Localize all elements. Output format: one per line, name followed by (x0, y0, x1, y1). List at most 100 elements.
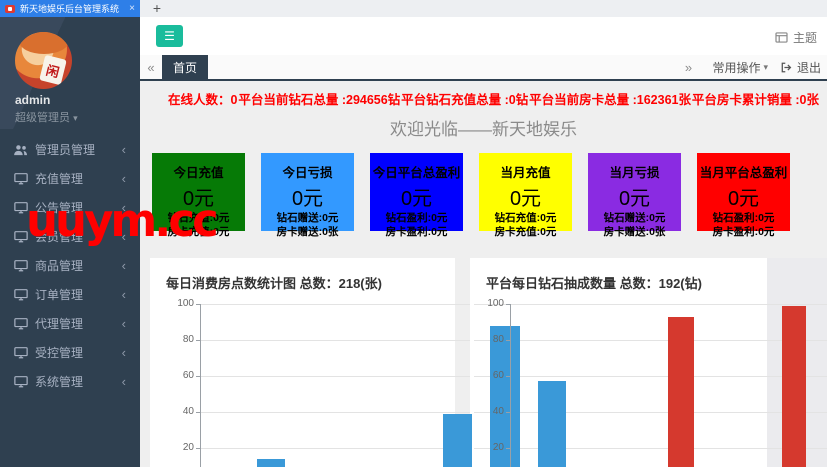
sidebar-item-label: 代理管理 (35, 315, 122, 332)
theme-label: 主题 (793, 29, 817, 46)
quick-operations-dropdown[interactable]: 常用操作 ▾ (712, 59, 768, 76)
y-tick-label: 20 (472, 442, 504, 453)
chevron-left-icon: ‹ (122, 318, 126, 330)
tab-home[interactable]: 首页 (162, 55, 208, 79)
sidebar-item-label: 充值管理 (35, 170, 122, 187)
bar[interactable] (538, 381, 566, 467)
username: admin (15, 93, 50, 107)
logout-label: 退出 (797, 59, 821, 76)
sidebar-item-5[interactable]: 订单管理‹ (0, 280, 140, 309)
chevron-left-icon: ‹ (122, 260, 126, 272)
bar[interactable] (257, 459, 285, 467)
menu-toggle-button[interactable]: ☰ (156, 25, 183, 47)
box-title: 今日充值 (152, 162, 245, 181)
box-amount: 0元 (697, 182, 790, 211)
sidebar-item-0[interactable]: 管理员管理‹ (0, 135, 140, 164)
box-line1: 钻石赠送:0元 (261, 211, 354, 225)
box-line2: 房卡盈利:0元 (697, 225, 790, 239)
gridline (474, 340, 827, 341)
stat-diamond-recharge-total: 平台钻石充值总量 :0钻 (401, 89, 528, 108)
monitor-icon (14, 288, 29, 301)
box-line1: 钻石盈利:0元 (370, 211, 463, 225)
stat-online-users: 在线人数：0 (168, 89, 237, 108)
caret-down-icon: ▾ (73, 113, 78, 123)
theme-switcher[interactable]: 主题 (775, 29, 817, 46)
box-title: 当月亏损 (588, 162, 681, 181)
box-line1: 钻石盈利:0元 (697, 211, 790, 225)
browser-tab[interactable]: 新天地娱乐后台管理系统 × (0, 0, 140, 17)
box-amount: 0元 (261, 182, 354, 211)
box-title: 当月充值 (479, 162, 572, 181)
top-header: ☰ 主题 (140, 17, 827, 55)
chart-room-points: 20406080100 每日消费房点数统计图 总数：218(张) (150, 258, 455, 467)
main-area: ☰ 主题 « 首页 » 常用操作 ▾ 退出 (140, 17, 827, 467)
y-tick-label: 60 (472, 370, 504, 381)
box-line2: 房卡充值:0元 (479, 225, 572, 239)
scroll-tabs-left-icon[interactable]: « (140, 55, 162, 79)
y-tick-label: 40 (472, 406, 504, 417)
y-tick-label: 80 (472, 334, 504, 345)
y-tick-label: 80 (162, 334, 194, 345)
summary-boxes-row: 今日充值 0元 钻石充值:0元 房卡充值:0元 今日亏损 0元 钻石赠送:0元 … (140, 140, 827, 231)
stats-row: 在线人数：0 平台当前钻石总量 :294656钻 平台钻石充值总量 :0钻 平台… (140, 81, 827, 108)
summary-box-today-loss: 今日亏损 0元 钻石赠送:0元 房卡赠送:0张 (261, 153, 354, 231)
screen: 新天地娱乐后台管理系统 × + 闲 admin 超级管理员 ▾ 管理员管理‹充值… (0, 0, 827, 467)
chevron-left-icon: ‹ (122, 347, 126, 359)
watermark: uuym.cc (26, 196, 216, 246)
y-axis (510, 304, 511, 467)
summary-box-month-loss: 当月亏损 0元 钻石赠送:0元 房卡赠送:0张 (588, 153, 681, 231)
sidebar-item-6[interactable]: 代理管理‹ (0, 309, 140, 338)
avatar-tile: 闲 (39, 55, 67, 86)
gridline (200, 412, 470, 413)
box-amount: 0元 (588, 182, 681, 211)
bar[interactable] (443, 414, 472, 467)
tabs-right-cluster: » 常用操作 ▾ 退出 (677, 55, 827, 79)
sidebar-item-1[interactable]: 充值管理‹ (0, 164, 140, 193)
browser-tab-bar: 新天地娱乐后台管理系统 × + (0, 0, 827, 17)
quick-operations-label: 常用操作 (712, 59, 760, 76)
y-tick-label: 20 (162, 442, 194, 453)
chart-title: 平台每日钻石抽成数量 总数：192(钻) (470, 258, 827, 292)
gridline (200, 304, 470, 305)
sidebar-item-label: 商品管理 (35, 257, 122, 274)
sidebar-item-label: 订单管理 (35, 286, 122, 303)
chevron-left-icon: ‹ (122, 144, 126, 156)
box-line2: 房卡盈利:0元 (370, 225, 463, 239)
chevron-left-icon: ‹ (122, 173, 126, 185)
logout-button[interactable]: 退出 (781, 59, 821, 76)
box-title: 当月平台总盈利 (697, 162, 790, 181)
gridline (200, 376, 470, 377)
sidebar-item-8[interactable]: 系统管理‹ (0, 367, 140, 396)
y-tick-label: 60 (162, 370, 194, 381)
chevron-left-icon: ‹ (122, 289, 126, 301)
avatar[interactable]: 闲 (15, 32, 72, 89)
stat-roomcard-total: 平台当前房卡总量 :162361张 (529, 89, 691, 108)
monitor-icon (14, 259, 29, 272)
box-title: 今日平台总盈利 (370, 162, 463, 181)
summary-box-month-profit: 当月平台总盈利 0元 钻石盈利:0元 房卡盈利:0元 (697, 153, 790, 231)
sidebar-item-label: 管理员管理 (35, 141, 122, 158)
monitor-icon (14, 346, 29, 359)
gridline (474, 304, 827, 305)
welcome-banner: 欢迎光临——新天地娱乐 (140, 115, 827, 140)
monitor-icon (14, 317, 29, 330)
users-icon (14, 143, 29, 156)
stat-diamond-total: 平台当前钻石总量 :294656钻 (238, 89, 400, 108)
favicon-icon (5, 5, 15, 13)
gridline (200, 340, 470, 341)
sidebar-item-7[interactable]: 受控管理‹ (0, 338, 140, 367)
browser-tab-title: 新天地娱乐后台管理系统 (20, 2, 124, 15)
sidebar-menu: 管理员管理‹充值管理‹公告管理‹会员管理‹商品管理‹订单管理‹代理管理‹受控管理… (0, 135, 140, 396)
bar[interactable] (668, 317, 694, 467)
sidebar-item-4[interactable]: 商品管理‹ (0, 251, 140, 280)
tab-close-icon[interactable]: × (129, 4, 135, 14)
gridline (474, 448, 827, 449)
role-dropdown[interactable]: 超级管理员 ▾ (15, 109, 78, 125)
new-tab-button[interactable]: + (148, 0, 166, 17)
gridline (474, 412, 827, 413)
y-tick-label: 100 (472, 298, 504, 309)
bar[interactable] (782, 306, 806, 467)
scroll-tabs-right-icon[interactable]: » (677, 60, 699, 75)
box-line1: 钻石赠送:0元 (588, 211, 681, 225)
gridline (200, 448, 470, 449)
